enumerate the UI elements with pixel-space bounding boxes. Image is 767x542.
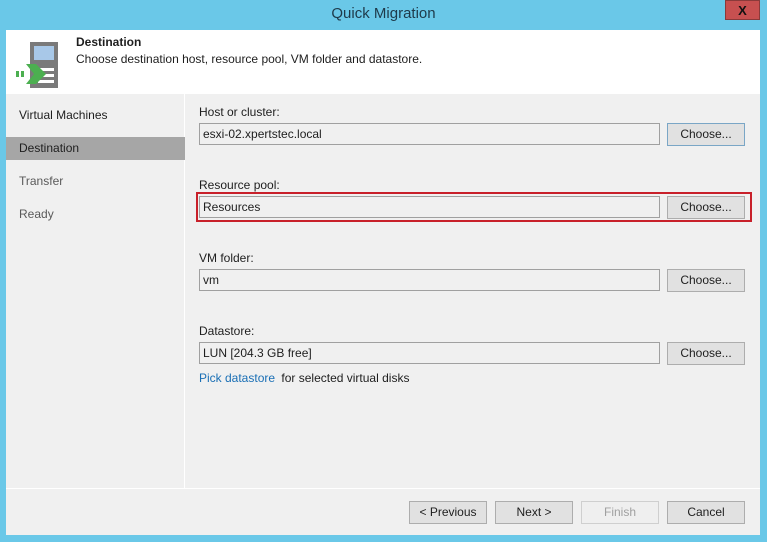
- pick-datastore-suffix: for selected virtual disks: [281, 371, 410, 385]
- datastore-input[interactable]: [199, 342, 660, 364]
- host-choose-button[interactable]: Choose...: [667, 123, 745, 146]
- step-ready[interactable]: Ready: [6, 203, 185, 226]
- title-bar: Quick Migration X: [0, 0, 767, 30]
- previous-button[interactable]: < Previous: [409, 501, 487, 524]
- datastore-choose-button[interactable]: Choose...: [667, 342, 745, 365]
- pick-datastore-link[interactable]: Pick datastore: [199, 371, 275, 385]
- step-destination[interactable]: Destination: [6, 137, 185, 160]
- server-migration-icon: [16, 42, 58, 88]
- wizard-footer: < Previous Next > Finish Cancel: [6, 488, 760, 535]
- destination-form: Host or cluster: Choose... Resource pool…: [186, 94, 760, 488]
- resource-pool-input[interactable]: [199, 196, 660, 218]
- wizard-header: Destination Choose destination host, res…: [6, 30, 760, 94]
- datastore-label: Datastore:: [199, 324, 255, 338]
- wizard-steps: Virtual Machines Destination Transfer Re…: [6, 94, 185, 488]
- window-title: Quick Migration: [331, 5, 436, 22]
- finish-button: Finish: [581, 501, 659, 524]
- next-button[interactable]: Next >: [495, 501, 573, 524]
- step-title: Destination: [76, 35, 142, 49]
- step-description: Choose destination host, resource pool, …: [76, 52, 423, 66]
- vm-folder-label: VM folder:: [199, 251, 254, 265]
- step-transfer[interactable]: Transfer: [6, 170, 185, 193]
- pick-datastore-row: Pick datastore for selected virtual disk…: [199, 371, 409, 385]
- resource-pool-choose-button[interactable]: Choose...: [667, 196, 745, 219]
- vm-folder-input[interactable]: [199, 269, 660, 291]
- resource-pool-label: Resource pool:: [199, 178, 280, 192]
- cancel-button[interactable]: Cancel: [667, 501, 745, 524]
- wizard-window: Destination Choose destination host, res…: [6, 30, 760, 535]
- close-button[interactable]: X: [725, 0, 760, 20]
- vm-folder-choose-button[interactable]: Choose...: [667, 269, 745, 292]
- host-label: Host or cluster:: [199, 105, 280, 119]
- host-input[interactable]: [199, 123, 660, 145]
- step-virtual-machines[interactable]: Virtual Machines: [6, 104, 185, 127]
